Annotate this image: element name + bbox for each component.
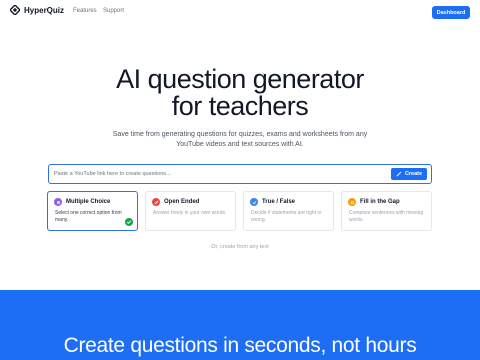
card-true-false[interactable]: True / False Decide if statements are ri…	[243, 191, 334, 231]
card-description: Answer freely in your own words.	[153, 210, 227, 216]
list-icon	[54, 198, 62, 206]
logo-icon	[10, 5, 20, 15]
card-title: Fill in the Gap	[360, 199, 400, 205]
create-button-label: Create	[404, 171, 423, 177]
card-title: True / False	[262, 199, 296, 205]
youtube-link-input[interactable]	[54, 168, 384, 180]
card-title: Multiple Choice	[66, 199, 111, 205]
brand[interactable]: HyperQuiz	[10, 5, 64, 15]
card-fill-in-the-gap[interactable]: Fill in the Gap Complete sentences with …	[341, 191, 432, 231]
create-button[interactable]: Create	[391, 168, 427, 180]
card-description: Select one correct option from many.	[55, 210, 122, 223]
hero-title-line1: AI question generator	[116, 64, 364, 94]
selected-check-icon	[125, 218, 133, 226]
card-multiple-choice[interactable]: Multiple Choice Select one correct optio…	[47, 191, 138, 231]
wand-icon	[396, 171, 402, 177]
brand-name: HyperQuiz	[24, 5, 65, 15]
card-description: Decide if statements are right or wrong.	[251, 210, 322, 223]
feature-section: Create questions in seconds, not hours	[0, 290, 480, 360]
hero-title-line2: for teachers	[171, 91, 309, 121]
create-from-text-link[interactable]: Or, create from any text	[0, 244, 480, 250]
nav-link-features[interactable]: Features	[73, 8, 97, 14]
nav-link-support[interactable]: Support	[103, 8, 124, 14]
hero-title: AI question generator for teachers	[0, 66, 480, 120]
check-icon	[250, 198, 258, 206]
dashboard-button[interactable]: Dashboard	[432, 6, 470, 19]
card-title: Open Ended	[164, 199, 200, 205]
card-description: Complete sentences with missing words.	[349, 210, 424, 223]
card-open-ended[interactable]: Open Ended Answer freely in your own wor…	[145, 191, 236, 231]
top-nav: HyperQuiz Features Support Dashboard	[0, 0, 480, 26]
hero-subtitle: Save time from generating questions for …	[112, 131, 368, 148]
gap-icon	[348, 198, 356, 206]
pencil-icon	[152, 198, 160, 206]
youtube-link-search-bar: Create	[48, 164, 432, 184]
section-title: Create questions in seconds, not hours	[63, 334, 417, 357]
